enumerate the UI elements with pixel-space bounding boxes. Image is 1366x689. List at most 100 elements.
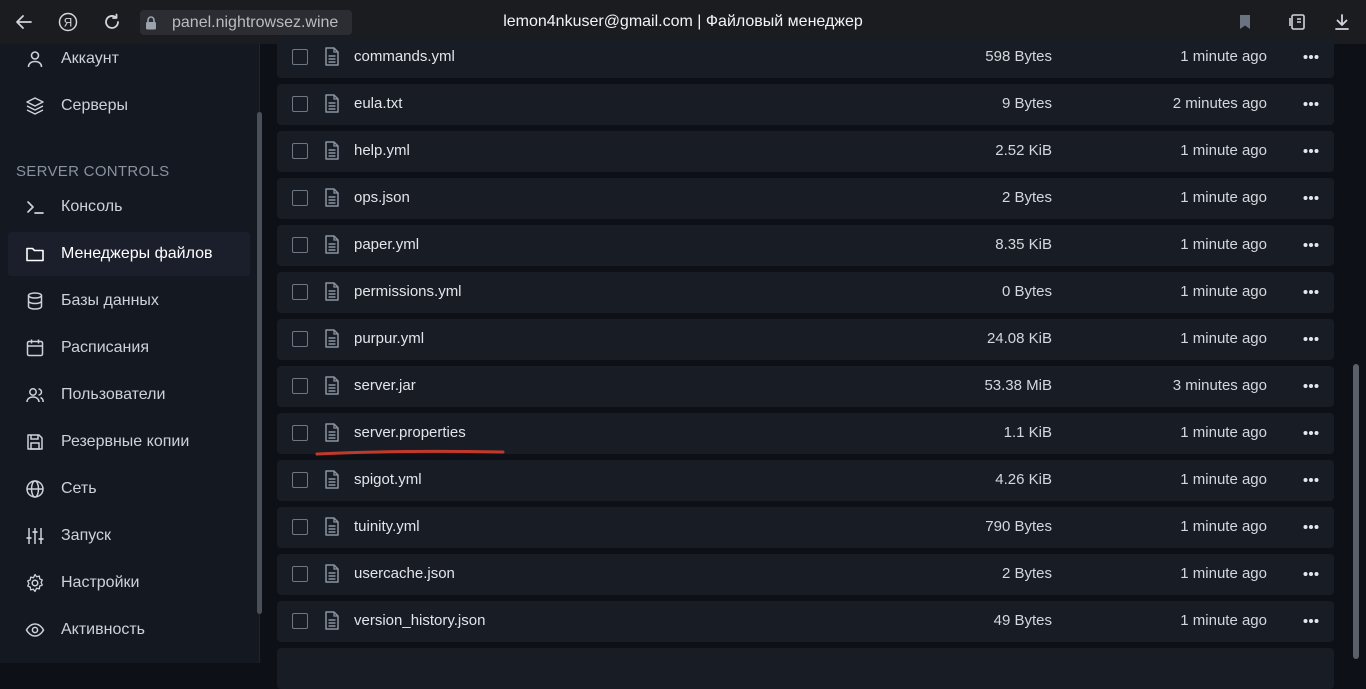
file-row[interactable]: version_history.json 49 Bytes 1 minute ago [277,601,1334,642]
more-options-icon[interactable] [1300,234,1322,256]
sidebar-item-label: Настройки [61,574,140,591]
file-icon [325,611,339,630]
sidebar-item-account[interactable]: Аккаунт [8,37,250,81]
file-name[interactable]: ops.json [354,189,410,206]
sidebar-item-file-manager[interactable]: Менеджеры файлов [8,232,250,276]
sidebar-item-label: Менеджеры файлов [61,245,213,262]
file-icon [325,188,339,207]
more-options-icon[interactable] [1300,422,1322,444]
file-icon [325,141,339,160]
file-name[interactable]: usercache.json [354,565,455,582]
select-checkbox[interactable] [292,284,308,300]
sidebar-item-backups[interactable]: Резервные копии [8,420,250,464]
file-name[interactable]: permissions.yml [354,283,462,300]
collections-icon[interactable] [1285,9,1311,35]
file-name[interactable]: help.yml [354,142,410,159]
select-checkbox[interactable] [292,566,308,582]
more-options-icon[interactable] [1300,610,1322,632]
select-checkbox[interactable] [292,378,308,394]
more-options-icon[interactable] [1300,140,1322,162]
download-icon[interactable] [1329,9,1355,35]
users-icon [24,384,46,406]
more-options-icon[interactable] [1300,516,1322,538]
sidebar-item-label: Базы данных [61,292,159,309]
sidebar-item-network[interactable]: Сеть [8,467,250,511]
bookmark-icon[interactable] [1232,9,1258,35]
yandex-icon[interactable]: Я [55,9,81,35]
calendar-icon [24,337,46,359]
more-options-icon[interactable] [1300,375,1322,397]
file-row[interactable]: help.yml 2.52 KiB 1 minute ago [277,131,1334,172]
file-row[interactable]: ops.json 2 Bytes 1 minute ago [277,178,1334,219]
select-checkbox[interactable] [292,143,308,159]
file-name[interactable]: version_history.json [354,612,485,629]
file-icon [325,376,339,395]
file-size: 4.26 KiB [995,471,1052,488]
file-icon [325,47,339,66]
file-modified: 1 minute ago [1180,330,1267,347]
select-checkbox[interactable] [292,613,308,629]
sidebar-item-activity[interactable]: Активность [8,608,250,652]
address-bar[interactable]: panel.nightrowsez.wine [140,10,352,35]
file-row[interactable]: permissions.yml 0 Bytes 1 minute ago [277,272,1334,313]
section-label: SERVER CONTROLS [16,163,170,180]
file-row[interactable]: server.jar 53.38 MiB 3 minutes ago [277,366,1334,407]
file-name[interactable]: paper.yml [354,236,419,253]
select-checkbox[interactable] [292,237,308,253]
file-row[interactable]: paper.yml 8.35 KiB 1 minute ago [277,225,1334,266]
reload-icon[interactable] [99,9,125,35]
file-name[interactable]: server.jar [354,377,416,394]
file-size: 598 Bytes [985,48,1052,65]
more-options-icon[interactable] [1300,328,1322,350]
sidebar-item-servers[interactable]: Серверы [8,84,250,128]
select-checkbox[interactable] [292,331,308,347]
select-checkbox[interactable] [292,425,308,441]
main-scrollbar[interactable] [1353,364,1359,659]
sidebar-item-label: Аккаунт [61,50,119,67]
file-row[interactable]: eula.txt 9 Bytes 2 minutes ago [277,84,1334,125]
select-checkbox[interactable] [292,190,308,206]
sidebar-item-startup[interactable]: Запуск [8,514,250,558]
more-options-icon[interactable] [1300,46,1322,68]
select-checkbox[interactable] [292,519,308,535]
sidebar-item-label: Пользователи [61,386,166,403]
file-row[interactable]: usercache.json 2 Bytes 1 minute ago [277,554,1334,595]
more-options-icon[interactable] [1300,93,1322,115]
file-modified: 2 minutes ago [1172,95,1267,112]
file-name[interactable]: tuinity.yml [354,518,420,535]
sidebar-item-schedules[interactable]: Расписания [8,326,250,370]
folder-icon [24,243,46,265]
file-row[interactable]: commands.yml 598 Bytes 1 minute ago [277,37,1334,78]
sidebar-item-settings[interactable]: Настройки [8,561,250,605]
sidebar-item-users[interactable]: Пользователи [8,373,250,417]
file-name[interactable]: spigot.yml [354,471,422,488]
sidebar-item-console[interactable]: Консоль [8,185,250,229]
file-icon [325,282,339,301]
file-row-partial[interactable] [277,648,1334,689]
more-options-icon[interactable] [1300,281,1322,303]
more-options-icon[interactable] [1300,563,1322,585]
file-name[interactable]: eula.txt [354,95,402,112]
file-name[interactable]: commands.yml [354,48,455,65]
more-options-icon[interactable] [1300,469,1322,491]
sliders-icon [24,525,46,547]
back-arrow-icon[interactable] [11,9,37,35]
select-checkbox[interactable] [292,49,308,65]
select-checkbox[interactable] [292,472,308,488]
svg-text:Я: Я [64,16,73,30]
file-icon [325,564,339,583]
sidebar-item-label: Сеть [61,480,97,497]
sidebar-item-label: Запуск [61,527,112,544]
more-options-icon[interactable] [1300,187,1322,209]
layers-icon [24,95,46,117]
select-checkbox[interactable] [292,96,308,112]
file-row[interactable]: tuinity.yml 790 Bytes 1 minute ago [277,507,1334,548]
sidebar-item-databases[interactable]: Базы данных [8,279,250,323]
file-row[interactable]: purpur.yml 24.08 KiB 1 minute ago [277,319,1334,360]
file-size: 9 Bytes [1001,95,1052,112]
file-row[interactable]: spigot.yml 4.26 KiB 1 minute ago [277,460,1334,501]
file-modified: 1 minute ago [1180,283,1267,300]
file-size: 2 Bytes [1001,565,1052,582]
file-name[interactable]: server.properties [354,424,466,441]
file-name[interactable]: purpur.yml [354,330,424,347]
